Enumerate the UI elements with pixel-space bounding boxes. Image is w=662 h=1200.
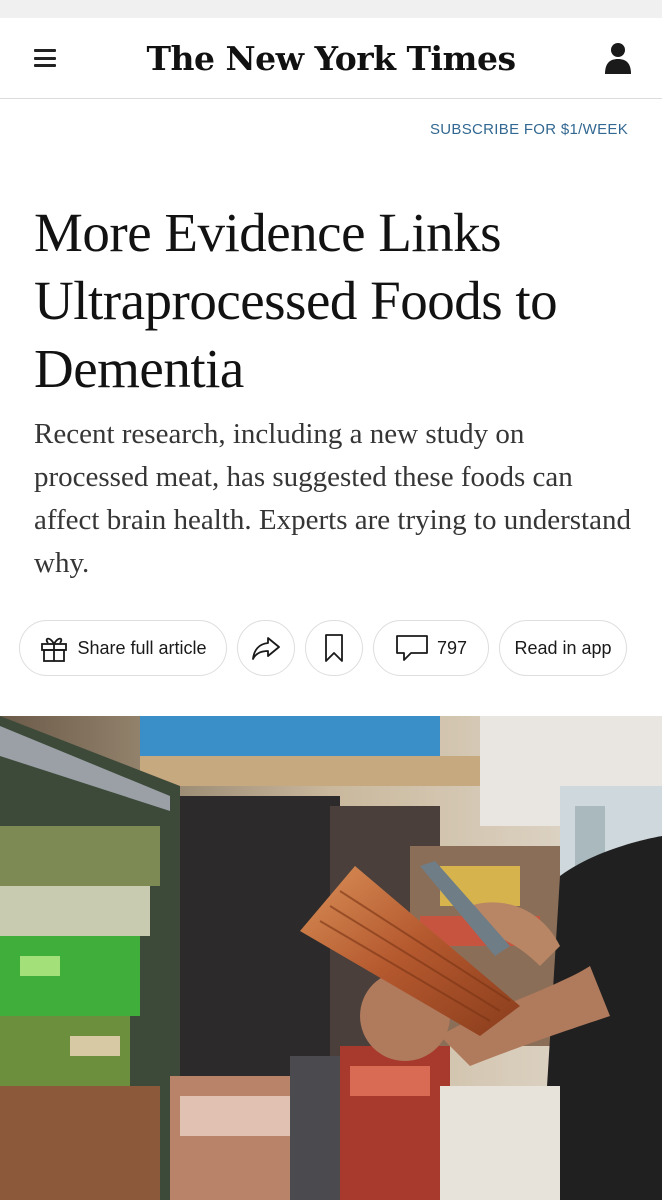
share-button[interactable] — [237, 620, 295, 676]
comments-button[interactable]: 797 — [373, 620, 489, 676]
site-logo[interactable]: The New York Times — [146, 39, 516, 78]
article-headline: More Evidence Links Ultraprocessed Foods… — [34, 202, 558, 399]
gift-icon — [41, 637, 68, 662]
share-full-article-button[interactable]: Share full article — [19, 620, 227, 676]
status-bar — [0, 0, 662, 18]
subscribe-row: SUBSCRIBE FOR $1/WEEK — [0, 99, 662, 157]
article-actions-bar: Share full article 797 Read in app — [0, 585, 662, 677]
person-icon[interactable] — [604, 40, 632, 76]
save-bookmark-button[interactable] — [305, 620, 363, 676]
top-nav-bar: The New York Times — [0, 18, 662, 99]
read-in-app-label: Read in app — [514, 637, 612, 658]
article-summary: Recent research, including a new study o… — [34, 418, 631, 579]
article-hero-photo — [0, 716, 662, 1200]
share-button-label: Share full article — [77, 637, 207, 658]
comment-icon — [396, 635, 428, 661]
hamburger-menu-icon[interactable] — [34, 49, 56, 67]
subscribe-link[interactable]: SUBSCRIBE FOR $1/WEEK — [430, 121, 628, 138]
read-in-app-button[interactable]: Read in app — [499, 620, 627, 676]
comments-count: 797 — [436, 637, 468, 658]
share-arrow-icon — [252, 637, 280, 660]
bookmark-icon — [325, 634, 343, 662]
